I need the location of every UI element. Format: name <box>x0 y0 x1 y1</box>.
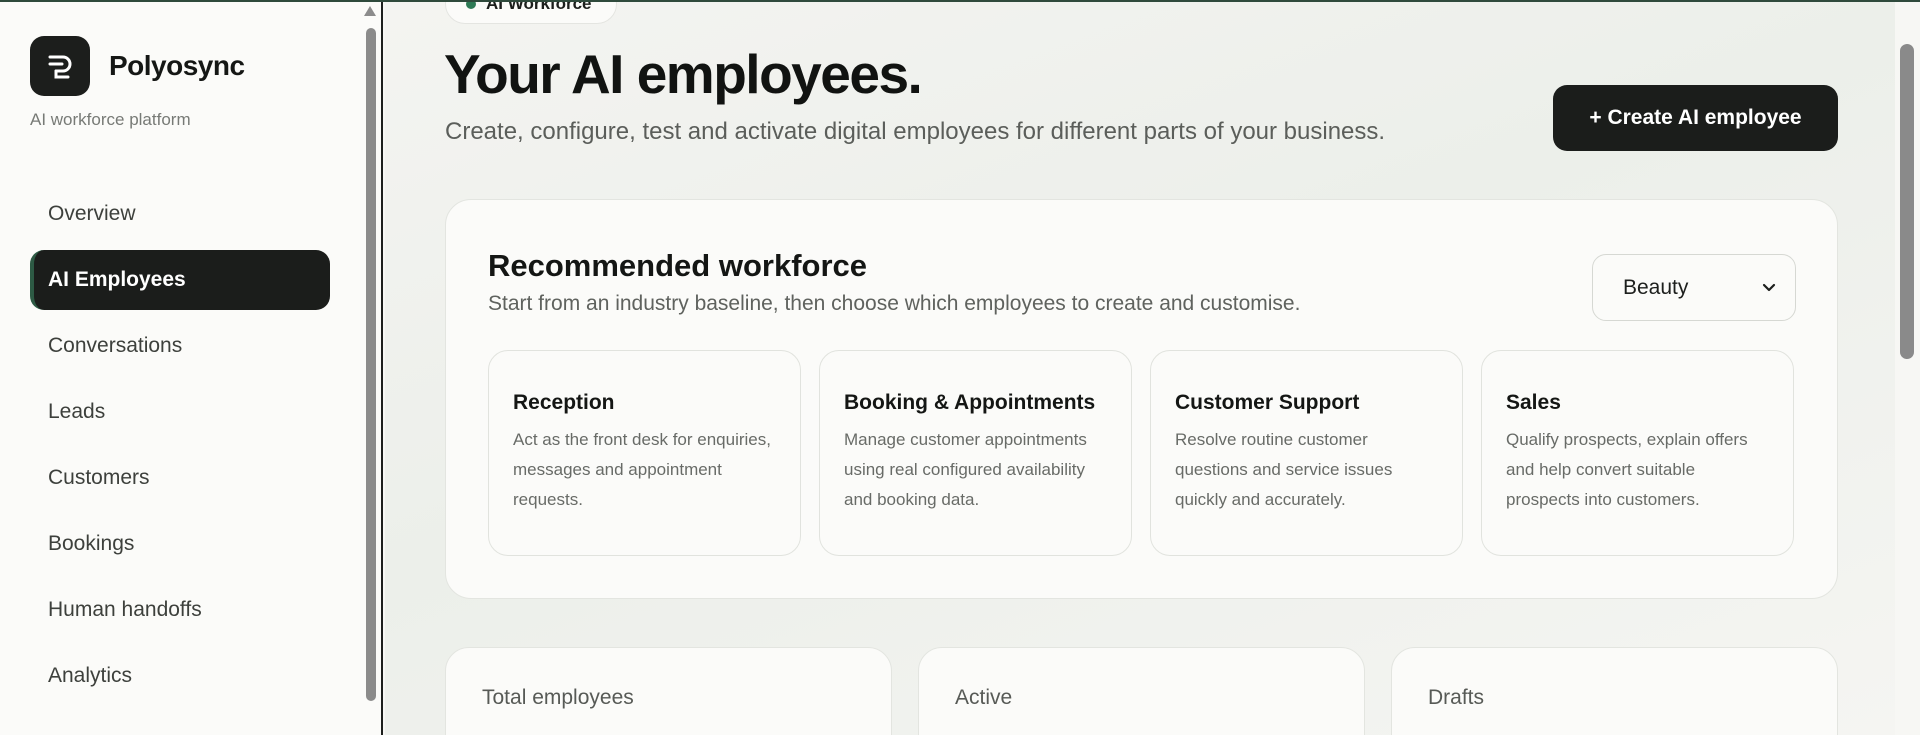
stat-label: Drafts <box>1428 686 1485 709</box>
sidebar-item-conversations[interactable]: Conversations <box>30 316 330 376</box>
brand-tagline: AI workforce platform <box>30 110 191 129</box>
sidebar-item-customers[interactable]: Customers <box>30 448 330 508</box>
role-name: Sales <box>1506 391 1561 414</box>
create-ai-employee-button[interactable]: + Create AI employee <box>1553 85 1838 151</box>
stat-card-drafts: Drafts <box>1391 647 1838 735</box>
sidebar-item-overview[interactable]: Overview <box>30 184 330 244</box>
page-title: Your AI employees. <box>444 43 923 105</box>
role-description: Manage customer appointments using real … <box>844 430 1087 509</box>
sidebar-scrollbar[interactable] <box>364 6 376 706</box>
sidebar-item-ai-employees[interactable]: AI Employees <box>30 250 330 310</box>
stat-card-active: Active <box>918 647 1365 735</box>
sidebar-scrollbar-thumb[interactable] <box>366 28 376 701</box>
role-card-reception[interactable]: Reception Act as the front desk for enqu… <box>488 350 801 556</box>
sidebar-item-leads[interactable]: Leads <box>30 382 330 442</box>
role-card-booking-appointments[interactable]: Booking & Appointments Manage customer a… <box>819 350 1132 556</box>
role-name: Customer Support <box>1175 391 1360 414</box>
sidebar-nav: Overview AI Employees Conversations Lead… <box>30 184 330 712</box>
stat-label: Active <box>955 686 1013 709</box>
brand-name: Polyosync <box>109 50 245 81</box>
scroll-up-arrow-icon[interactable] <box>364 6 376 16</box>
role-card-sales[interactable]: Sales Qualify prospects, explain offers … <box>1481 350 1794 556</box>
main-content: AI Workforce Your AI employees. Create, … <box>385 0 1895 735</box>
polyosync-logo-icon <box>30 36 90 96</box>
page-subtitle: Create, configure, test and activate dig… <box>445 118 1386 145</box>
industry-select[interactable]: Beauty <box>1592 254 1796 321</box>
recommended-workforce-card: Recommended workforce Start from an indu… <box>445 199 1838 599</box>
role-description: Qualify prospects, explain offers and he… <box>1506 430 1748 509</box>
recommended-title: Recommended workforce <box>488 248 867 283</box>
stat-card-total-employees: Total employees <box>445 647 892 735</box>
role-card-customer-support[interactable]: Customer Support Resolve routine custome… <box>1150 350 1463 556</box>
stat-label: Total employees <box>482 686 634 709</box>
section-badge: AI Workforce <box>445 0 617 24</box>
stats-row: Total employees Active Drafts <box>445 647 1838 735</box>
chevron-down-icon <box>1762 283 1776 292</box>
industry-select-value: Beauty <box>1623 275 1689 299</box>
role-name: Booking & Appointments <box>844 391 1096 414</box>
role-description: Resolve routine customer questions and s… <box>1175 430 1393 509</box>
main-scrollbar-thumb[interactable] <box>1900 44 1914 359</box>
role-name: Reception <box>513 391 615 414</box>
sidebar-item-human-handoffs[interactable]: Human handoffs <box>30 580 330 640</box>
section-badge-label: AI Workforce <box>486 0 592 13</box>
sidebar: Polyosync AI workforce platform Overview… <box>0 0 383 735</box>
window-top-border <box>0 0 1920 2</box>
role-cards: Reception Act as the front desk for enqu… <box>488 350 1794 556</box>
brand[interactable]: Polyosync <box>30 36 245 96</box>
sidebar-item-analytics[interactable]: Analytics <box>30 646 330 706</box>
role-description: Act as the front desk for enquiries, mes… <box>513 430 771 509</box>
sidebar-item-bookings[interactable]: Bookings <box>30 514 330 574</box>
recommended-subtitle: Start from an industry baseline, then ch… <box>488 292 1301 315</box>
